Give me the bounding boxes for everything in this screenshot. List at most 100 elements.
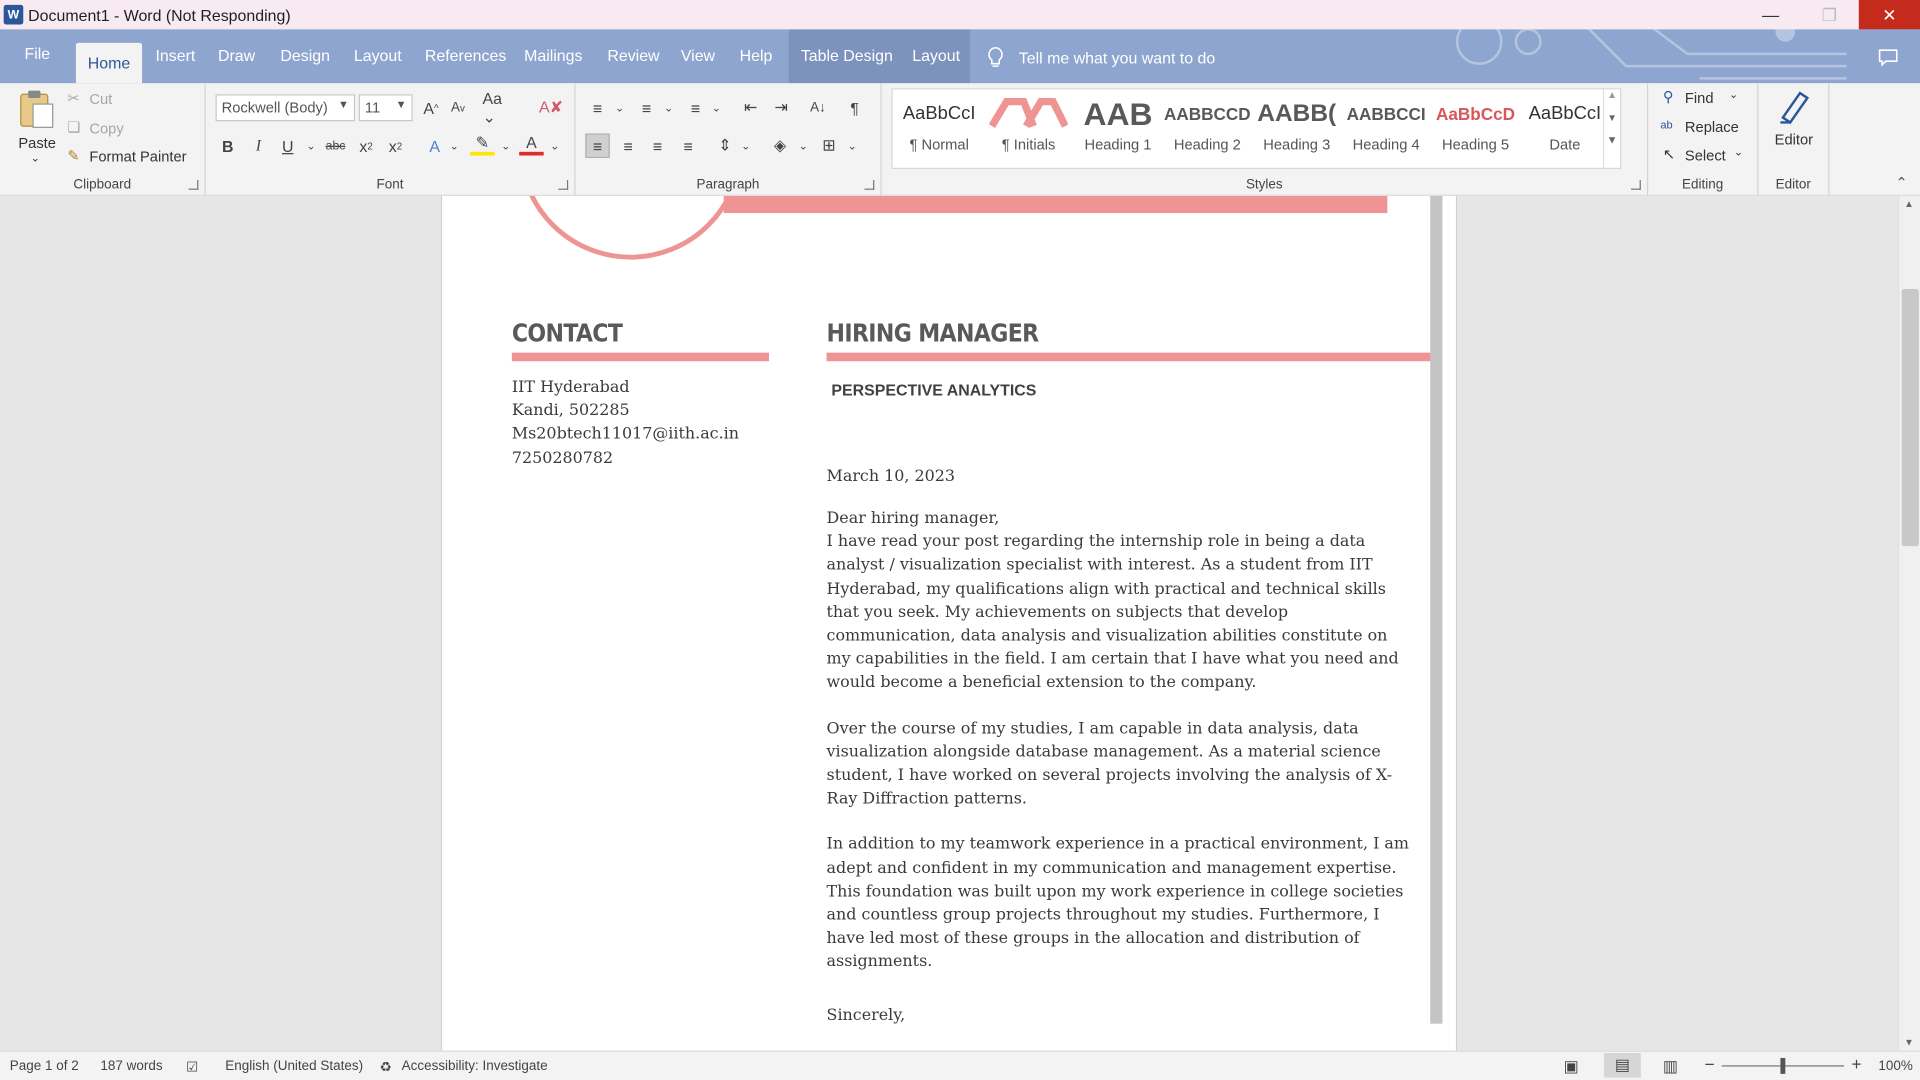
- chevron-down-icon[interactable]: ⌄: [442, 133, 466, 157]
- proofing-icon[interactable]: ☑: [186, 1059, 198, 1075]
- chevron-down-icon[interactable]: ⌄: [299, 133, 323, 157]
- style-heading-5[interactable]: AaBbCcD Heading 5: [1431, 92, 1519, 170]
- pilcrow-icon[interactable]: ¶: [842, 96, 866, 120]
- zoom-level[interactable]: 100%: [1878, 1059, 1912, 1074]
- find-button[interactable]: ⚲ Find ⌄: [1663, 88, 1756, 110]
- borders-icon[interactable]: ⊞: [817, 133, 841, 157]
- vertical-scrollbar[interactable]: ▲ ▼: [1897, 195, 1920, 1051]
- copy-button[interactable]: ❏ Copy: [67, 119, 189, 141]
- accessibility-icon[interactable]: ♻: [380, 1059, 392, 1075]
- superscript-icon[interactable]: x2: [383, 133, 407, 157]
- subscript-icon[interactable]: x2: [354, 133, 378, 157]
- style-heading-3[interactable]: AABB(Heading 3: [1253, 92, 1341, 170]
- style-initials[interactable]: ¶ Initials: [984, 92, 1072, 170]
- scrollbar-thumb[interactable]: [1901, 288, 1919, 547]
- close-button[interactable]: ✕: [1858, 0, 1920, 30]
- print-layout-icon[interactable]: ▤: [1604, 1053, 1641, 1078]
- replace-button[interactable]: ab Replace: [1660, 118, 1758, 140]
- highlight-icon[interactable]: ✎: [470, 133, 495, 156]
- document-page[interactable]: CONTACT IIT Hyderabad Kandi, 502285 Ms20…: [440, 195, 1458, 1051]
- underline-icon[interactable]: U: [276, 133, 300, 157]
- bold-icon[interactable]: B: [216, 133, 240, 157]
- cut-button[interactable]: ✂ Cut: [67, 89, 189, 111]
- italic-icon[interactable]: I: [246, 133, 270, 157]
- chevron-down-icon[interactable]: ⌄: [791, 133, 815, 157]
- tab-mailings[interactable]: Mailings: [524, 47, 582, 65]
- change-case-icon[interactable]: Aa ⌄: [482, 89, 519, 126]
- tab-home[interactable]: Home: [75, 42, 143, 84]
- bullets-icon[interactable]: ≡: [585, 96, 609, 120]
- contact-email[interactable]: Ms20btech11017@iith.ac.in: [512, 423, 739, 447]
- tab-insert[interactable]: Insert: [156, 47, 196, 65]
- sort-icon[interactable]: A↓: [806, 96, 830, 120]
- more-styles-icon[interactable]: ▼: [1604, 133, 1620, 145]
- strikethrough-icon[interactable]: abc: [323, 133, 347, 157]
- zoom-out-icon[interactable]: −: [1705, 1054, 1715, 1074]
- tell-me-search[interactable]: Tell me what you want to do: [987, 46, 1215, 69]
- font-name-box[interactable]: Rockwell (Body) ▼: [215, 94, 356, 122]
- read-mode-icon[interactable]: ▣: [1564, 1057, 1579, 1077]
- align-left-icon[interactable]: ≡: [585, 133, 610, 158]
- tab-references[interactable]: References: [425, 47, 506, 65]
- style-date[interactable]: AaBbCcI Date: [1521, 92, 1609, 170]
- style-heading-1[interactable]: AAB Heading 1: [1074, 92, 1162, 170]
- chevron-down-icon[interactable]: ⌄: [607, 96, 631, 120]
- font-size-box[interactable]: 11 ▼: [358, 94, 413, 122]
- clear-formatting-icon[interactable]: A✘: [539, 96, 563, 120]
- tab-table-layout[interactable]: Layout: [912, 47, 960, 65]
- shrink-font-icon[interactable]: Av: [446, 96, 470, 120]
- style-heading-4[interactable]: AABBCCI Heading 4: [1342, 92, 1430, 170]
- align-right-icon[interactable]: ≡: [645, 133, 669, 157]
- tab-draw[interactable]: Draw: [218, 47, 255, 65]
- scroll-up-icon[interactable]: ▲: [1904, 198, 1914, 209]
- styles-scroll[interactable]: ▲ ▼ ▼: [1602, 89, 1620, 168]
- tab-design[interactable]: Design: [280, 47, 330, 65]
- font-launcher-icon[interactable]: [558, 180, 569, 190]
- tab-file[interactable]: File: [24, 44, 50, 62]
- styles-launcher-icon[interactable]: [1631, 180, 1641, 190]
- tab-help[interactable]: Help: [740, 47, 773, 65]
- chevron-down-icon[interactable]: ⌄: [704, 96, 728, 120]
- language-status[interactable]: English (United States): [225, 1059, 363, 1074]
- tab-table-design[interactable]: Table Design: [801, 47, 893, 65]
- tab-layout[interactable]: Layout: [354, 47, 402, 65]
- chevron-up-icon[interactable]: ▲: [1604, 89, 1620, 100]
- scroll-down-icon[interactable]: ▼: [1904, 1037, 1914, 1048]
- style-heading-2[interactable]: AABBCCD Heading 2: [1163, 92, 1251, 170]
- chevron-down-icon[interactable]: ⌄: [656, 96, 680, 120]
- select-button[interactable]: ↖ Select ⌄: [1663, 146, 1756, 168]
- paragraph-launcher-icon[interactable]: [864, 180, 875, 190]
- justify-icon[interactable]: ≡: [676, 133, 700, 157]
- paste-button[interactable]: Paste ⌄: [12, 88, 61, 169]
- accessibility-status[interactable]: Accessibility: Investigate: [402, 1059, 548, 1074]
- chevron-down-icon[interactable]: ▼: [1604, 113, 1620, 124]
- numbering-icon[interactable]: ≡: [634, 96, 658, 120]
- comments-icon[interactable]: [1878, 49, 1898, 67]
- increase-indent-icon[interactable]: ⇥: [769, 96, 793, 120]
- web-layout-icon[interactable]: ▥: [1663, 1057, 1678, 1077]
- font-color-icon[interactable]: A: [519, 133, 544, 156]
- chevron-down-icon[interactable]: ⌄: [840, 133, 864, 157]
- chevron-down-icon[interactable]: ⌄: [733, 133, 757, 157]
- minimize-button[interactable]: —: [1741, 0, 1800, 29]
- shading-icon[interactable]: ◈: [768, 133, 792, 157]
- zoom-in-icon[interactable]: +: [1851, 1054, 1861, 1074]
- style-normal[interactable]: AaBbCcI ¶ Normal: [895, 92, 983, 170]
- align-center-icon[interactable]: ≡: [616, 133, 640, 157]
- zoom-slider-thumb[interactable]: [1780, 1057, 1786, 1074]
- tab-view[interactable]: View: [681, 47, 715, 65]
- decrease-indent-icon[interactable]: ⇤: [738, 96, 762, 120]
- editor-button[interactable]: Editor: [1766, 88, 1822, 157]
- page-count[interactable]: Page 1 of 2: [10, 1059, 79, 1074]
- grow-font-icon[interactable]: A ^: [419, 96, 443, 120]
- collapse-ribbon-icon[interactable]: ⌃: [1895, 174, 1907, 191]
- restore-button[interactable]: ❐: [1800, 0, 1859, 29]
- word-count[interactable]: 187 words: [100, 1059, 162, 1074]
- zoom-slider[interactable]: [1721, 1057, 1845, 1074]
- format-painter-button[interactable]: ✎ Format Painter: [67, 147, 202, 169]
- chevron-down-icon[interactable]: ⌄: [542, 133, 566, 157]
- document-canvas[interactable]: CONTACT IIT Hyderabad Kandi, 502285 Ms20…: [0, 195, 1898, 1051]
- tab-review[interactable]: Review: [607, 47, 659, 65]
- clipboard-launcher-icon[interactable]: [188, 180, 199, 190]
- chevron-down-icon[interactable]: ⌄: [493, 133, 517, 157]
